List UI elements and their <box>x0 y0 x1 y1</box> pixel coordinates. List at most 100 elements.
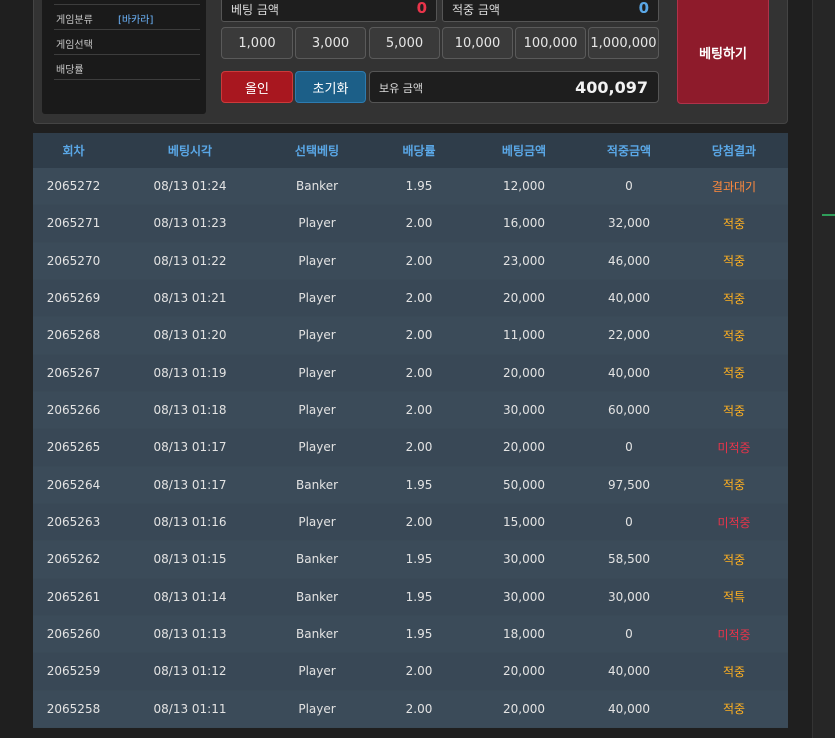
right-edge-panel <box>812 0 835 738</box>
cell-odds: 2.00 <box>368 503 470 542</box>
cell-round: 2065267 <box>33 354 114 392</box>
cell-result: 적특 <box>680 578 788 616</box>
holding-amount-label: 보유 금액 <box>379 82 423 95</box>
game-info-box: 회차 2065272 게임분류 [바카라] 게임선택 배당률 <box>42 0 206 114</box>
cell-pick: Player <box>266 354 368 392</box>
holding-amount-value: 400,097 <box>575 78 648 97</box>
cell-odds: 1.95 <box>368 466 470 504</box>
cell-bet-time: 08/13 01:12 <box>114 652 266 691</box>
chip-100000-button[interactable]: 100,000 <box>515 27 586 59</box>
cell-win-amount: 22,000 <box>578 316 680 355</box>
cell-odds: 2.00 <box>368 242 470 280</box>
win-amount-label: 적중 금액 <box>452 3 500 17</box>
table-row: 2065272 08/13 01:24 Banker 1.95 12,000 0 결과대기 <box>33 168 788 206</box>
cell-result: 적중 <box>680 204 788 243</box>
table-header-row: 회차 베팅시각 선택베팅 배당률 베팅금액 적중금액 당첨결과 <box>33 133 788 168</box>
cell-bet-amount: 30,000 <box>470 391 578 430</box>
table-row: 2065268 08/13 01:20 Player 2.00 11,000 22,000… <box>33 316 788 355</box>
table-row: 2065264 08/13 01:17 Banker 1.95 50,000 97,500… <box>33 466 788 504</box>
cell-round: 2065272 <box>33 168 114 206</box>
chip-10000-button[interactable]: 10,000 <box>442 27 513 59</box>
bet-history-table: 회차 베팅시각 선택베팅 배당률 베팅금액 적중금액 당첨결과 2065272 0… <box>33 133 788 728</box>
cell-round: 2065271 <box>33 204 114 243</box>
header-odds: 배당률 <box>368 133 470 168</box>
table-row: 2065258 08/13 01:11 Player 2.00 20,000 40,000… <box>33 690 788 728</box>
cell-result: 결과대기 <box>680 168 788 206</box>
bet-history-body: 2065272 08/13 01:24 Banker 1.95 12,000 0 결과대기 2… <box>33 168 788 728</box>
cell-pick: Banker <box>266 578 368 616</box>
cell-bet-amount: 20,000 <box>470 279 578 318</box>
header-round: 회차 <box>33 133 114 168</box>
info-label: 게임분류 <box>56 15 93 26</box>
cell-bet-time: 08/13 01:21 <box>114 279 266 318</box>
cell-result: 적중 <box>680 466 788 504</box>
cell-result: 적중 <box>680 690 788 728</box>
info-label: 회차 <box>56 0 74 1</box>
cell-win-amount: 46,000 <box>578 242 680 280</box>
cell-round: 2065263 <box>33 503 114 542</box>
bet-amount-display: 베팅 금액 0 <box>221 0 437 22</box>
cell-odds: 1.95 <box>368 168 470 206</box>
cell-result: 미적중 <box>680 428 788 467</box>
cell-round: 2065268 <box>33 316 114 355</box>
cell-bet-time: 08/13 01:17 <box>114 428 266 467</box>
cell-round: 2065266 <box>33 391 114 430</box>
cell-win-amount: 0 <box>578 428 680 467</box>
cell-pick: Banker <box>266 540 368 579</box>
table-row: 2065263 08/13 01:16 Player 2.00 15,000 0 미적중 <box>33 503 788 542</box>
header-result: 당첨결과 <box>680 133 788 168</box>
cell-pick: Player <box>266 503 368 542</box>
cell-round: 2065264 <box>33 466 114 504</box>
cell-result: 미적중 <box>680 503 788 542</box>
cell-bet-amount: 20,000 <box>470 652 578 691</box>
win-amount-value: 0 <box>638 0 649 17</box>
cell-round: 2065269 <box>33 279 114 318</box>
chip-3000-button[interactable]: 3,000 <box>295 27 366 59</box>
table-row: 2065266 08/13 01:18 Player 2.00 30,000 60,000… <box>33 391 788 430</box>
reset-button[interactable]: 초기화 <box>295 71 366 103</box>
header-pick: 선택베팅 <box>266 133 368 168</box>
holding-amount-display: 보유 금액 400,097 <box>369 71 659 103</box>
cell-odds: 2.00 <box>368 690 470 728</box>
win-amount-display: 적중 금액 0 <box>442 0 659 22</box>
cell-bet-time: 08/13 01:17 <box>114 466 266 504</box>
cell-round: 2065258 <box>33 690 114 728</box>
cell-bet-amount: 11,000 <box>470 316 578 355</box>
info-label: 게임선택 <box>56 40 93 51</box>
cell-bet-time: 08/13 01:14 <box>114 578 266 616</box>
cell-pick: Banker <box>266 466 368 504</box>
all-in-button[interactable]: 올인 <box>221 71 293 103</box>
cell-bet-amount: 20,000 <box>470 428 578 467</box>
cell-win-amount: 60,000 <box>578 391 680 430</box>
cell-win-amount: 40,000 <box>578 279 680 318</box>
cell-pick: Player <box>266 690 368 728</box>
cell-bet-amount: 15,000 <box>470 503 578 542</box>
cell-bet-time: 08/13 01:19 <box>114 354 266 392</box>
info-row-category: 게임분류 [바카라] <box>54 5 200 30</box>
cell-win-amount: 0 <box>578 168 680 206</box>
cell-bet-time: 08/13 01:22 <box>114 242 266 280</box>
cell-pick: Player <box>266 391 368 430</box>
cell-win-amount: 30,000 <box>578 578 680 616</box>
chip-1000000-button[interactable]: 1,000,000 <box>588 27 659 59</box>
cell-bet-amount: 20,000 <box>470 690 578 728</box>
cell-round: 2065259 <box>33 652 114 691</box>
chip-1000-button[interactable]: 1,000 <box>221 27 293 59</box>
chip-5000-button[interactable]: 5,000 <box>369 27 440 59</box>
right-edge-indicator <box>822 214 835 216</box>
cell-bet-amount: 16,000 <box>470 204 578 243</box>
cell-result: 적중 <box>680 391 788 430</box>
cell-round: 2065265 <box>33 428 114 467</box>
cell-odds: 2.00 <box>368 391 470 430</box>
cell-odds: 2.00 <box>368 204 470 243</box>
cell-bet-amount: 12,000 <box>470 168 578 206</box>
table-row: 2065262 08/13 01:15 Banker 1.95 30,000 58,500… <box>33 540 788 579</box>
info-row-selection: 게임선택 <box>54 30 200 55</box>
info-value: [바카라] <box>118 15 154 26</box>
cell-result: 적중 <box>680 242 788 280</box>
cell-odds: 1.95 <box>368 615 470 654</box>
cell-result: 적중 <box>680 279 788 318</box>
cell-bet-amount: 20,000 <box>470 354 578 392</box>
cell-bet-time: 08/13 01:11 <box>114 690 266 728</box>
place-bet-button[interactable]: 베팅하기 <box>677 0 769 104</box>
